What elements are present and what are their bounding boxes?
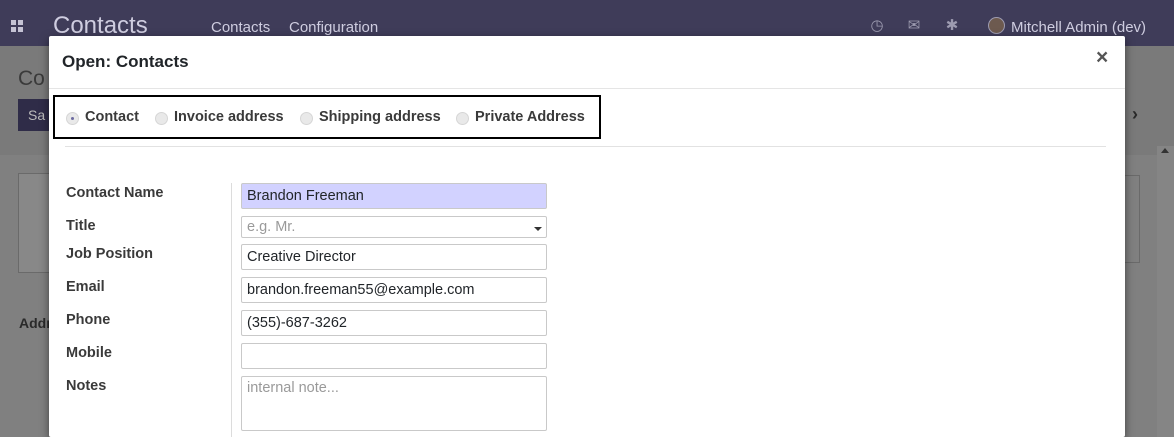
radio-label: Contact [85,109,139,125]
dialog-header: Open: Contacts × [49,36,1125,89]
title-select[interactable] [241,216,547,238]
phone-label: Phone [66,312,111,328]
background-box [1124,175,1140,263]
radio-label: Shipping address [319,109,441,125]
bug-icon[interactable]: ✱ [944,18,960,34]
divider [65,146,1106,147]
radio-label: Private Address [475,109,585,125]
notes-label: Notes [66,378,107,394]
contact-dialog: Open: Contacts × Contact Invoice address… [49,36,1125,437]
clock-icon[interactable]: ◷ [869,18,885,34]
radio-unchecked-icon[interactable] [155,112,168,125]
background-page-title: Co [18,67,45,90]
user-menu[interactable]: Mitchell Admin (dev) [1011,19,1146,36]
menu-configuration[interactable]: Configuration [289,19,378,36]
contact-name-label: Contact Name [66,185,164,201]
background-scrollbar[interactable] [1157,146,1174,437]
notes-textarea[interactable] [241,376,547,431]
chevron-down-icon[interactable] [534,227,542,231]
radio-unchecked-icon[interactable] [300,112,313,125]
email-field[interactable] [241,277,547,303]
radio-label: Invoice address [174,109,284,125]
label-column-separator [231,183,232,437]
job-position-label: Job Position [66,246,153,262]
mobile-label: Mobile [66,345,112,361]
email-label: Email [66,279,105,295]
scroll-up-icon[interactable] [1161,148,1169,153]
dialog-title: Open: Contacts [62,52,189,71]
contact-name-input[interactable] [241,183,547,209]
address-type-radio-group: Contact Invoice address Shipping address… [53,95,601,139]
title-label: Title [66,218,96,234]
background-next-arrow-icon: › [1132,104,1138,124]
menu-contacts[interactable]: Contacts [211,19,270,36]
mobile-input[interactable] [241,343,547,369]
radio-checked-icon[interactable] [66,112,79,125]
apps-grid-icon[interactable] [11,20,25,34]
background-address-label: Addr [19,315,52,331]
phone-input[interactable] [241,310,547,336]
close-icon[interactable]: × [1096,47,1108,69]
avatar[interactable] [988,17,1005,34]
job-position-input[interactable] [241,244,547,270]
radio-unchecked-icon[interactable] [456,112,469,125]
chat-icon[interactable]: ✉ [906,18,922,34]
